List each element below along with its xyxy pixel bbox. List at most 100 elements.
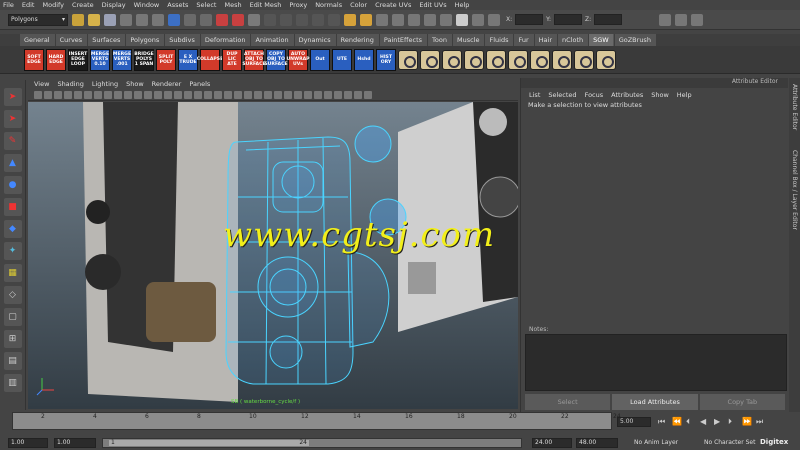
light-icon[interactable] (392, 13, 404, 26)
viewport-tool-icon[interactable] (74, 90, 82, 99)
viewport-tool-icon[interactable] (364, 90, 372, 99)
menu-create[interactable]: Create (72, 1, 94, 9)
shelf-button-9[interactable]: DUP LIC ATE (222, 48, 242, 71)
bolt-tool-icon[interactable] (552, 49, 572, 70)
viewport-tool-icon[interactable] (94, 90, 102, 99)
z-field[interactable] (594, 14, 623, 25)
scale-tool-icon[interactable]: ■ (3, 198, 22, 216)
select-component-icon[interactable] (152, 13, 164, 26)
viewport-menu-renderer[interactable]: Renderer (152, 80, 182, 88)
viewport-tool-icon[interactable] (314, 90, 322, 99)
shelf-button-10[interactable]: ATTACH OBJ TO SURFACE (242, 48, 266, 71)
viewport-tool-icon[interactable] (354, 90, 362, 99)
gear-tool-icon[interactable] (398, 49, 418, 70)
tab-ncloth[interactable]: nCloth (558, 34, 589, 46)
character-set-dropdown[interactable]: No Character Set (704, 439, 755, 446)
viewport-tool-icon[interactable] (324, 90, 332, 99)
tab-curves[interactable]: Curves (55, 34, 88, 46)
range-slider-thumb[interactable]: 1 24 (109, 439, 309, 446)
transform-icon[interactable] (296, 13, 308, 26)
attr-menu-attributes[interactable]: Attributes (611, 91, 643, 99)
range-slider-track[interactable]: 1 24 (102, 438, 522, 448)
tab-hair[interactable]: Hair (534, 34, 558, 46)
shelf-button-2[interactable]: INSERT EDGE LOOP (68, 48, 88, 71)
animation-start-field[interactable]: 1.00 (8, 438, 48, 448)
lifebuoy-tool-icon[interactable] (508, 49, 528, 70)
tab-channel-box[interactable]: Channel Box / Layer Editor (791, 150, 798, 230)
render-view-icon[interactable] (424, 13, 436, 26)
pipe-tool-icon[interactable] (574, 49, 594, 70)
tool-settings-toggle-icon[interactable] (675, 13, 688, 26)
soft-select-icon[interactable] (312, 13, 324, 26)
symmetry-icon[interactable] (328, 13, 340, 26)
four-pane-layout-icon[interactable]: ⊞ (3, 330, 22, 348)
last-tool-icon[interactable]: ◇ (3, 286, 22, 304)
attr-menu-show[interactable]: Show (651, 91, 669, 99)
menu-assets[interactable]: Assets (167, 1, 188, 9)
snap-curve-icon[interactable] (184, 13, 196, 26)
viewport-3d[interactable]: www.cgtsj.com SB ( waterborne_cycle/f ) (28, 102, 518, 409)
menu-window[interactable]: Window (134, 1, 160, 9)
shelf-button-0[interactable]: SOFT EDGE (24, 48, 44, 71)
menu-edit-mesh[interactable]: Edit Mesh (250, 1, 282, 9)
viewport-menu-panels[interactable]: Panels (189, 80, 210, 88)
input-line-icon[interactable] (280, 13, 292, 26)
step-forward-key-icon[interactable]: ⏵ (728, 417, 732, 427)
playback-start-field[interactable]: 1.00 (54, 438, 96, 448)
wheel-tool-icon[interactable] (420, 49, 440, 70)
viewport-tool-icon[interactable] (114, 90, 122, 99)
show-manip-icon[interactable]: ▦ (3, 264, 22, 282)
viewport-tool-icon[interactable] (274, 90, 282, 99)
go-to-start-icon[interactable]: ⏮ (658, 417, 665, 427)
viewport-tool-icon[interactable] (34, 90, 42, 99)
tab-surfaces[interactable]: Surfaces (88, 34, 126, 46)
tab-attribute-editor[interactable]: Attribute Editor (791, 84, 798, 130)
rotate-tool-icon[interactable]: ● (3, 176, 22, 194)
animation-end-field[interactable]: 48.00 (576, 438, 618, 448)
outliner-icon[interactable] (472, 13, 484, 26)
menu-help[interactable]: Help (455, 1, 470, 9)
open-scene-icon[interactable] (88, 13, 100, 26)
shelf-button-1[interactable]: HARD EDGE (46, 48, 66, 71)
tab-painteffects[interactable]: PaintEffects (379, 34, 428, 46)
select-button[interactable]: Select (525, 394, 611, 410)
time-slider-track[interactable]: 24681012141618202224 (12, 412, 621, 430)
viewport-tool-icon[interactable] (154, 90, 162, 99)
shelf-button-16[interactable]: HIST ORY (376, 48, 396, 71)
menu-set-dropdown[interactable]: Polygons ▾ (8, 13, 68, 26)
play-backward-icon[interactable]: ◀ (700, 417, 706, 426)
tab-sgw[interactable]: SGW (589, 34, 614, 46)
select-object-icon[interactable] (136, 13, 148, 26)
graph-editor-icon[interactable] (488, 13, 500, 26)
viewport-tool-icon[interactable] (254, 90, 262, 99)
chain-tool-icon[interactable] (530, 49, 550, 70)
shelf-button-13[interactable]: Out (310, 48, 330, 71)
viewport-tool-icon[interactable] (344, 90, 352, 99)
viewport-tool-icon[interactable] (104, 90, 112, 99)
tab-general[interactable]: General (20, 34, 55, 46)
ipr-render-icon[interactable] (232, 13, 244, 26)
single-pane-layout-icon[interactable]: ▢ (3, 308, 22, 326)
graph-layout-icon[interactable]: ▥ (3, 374, 22, 392)
viewport-menu-show[interactable]: Show (126, 80, 144, 88)
viewport-tool-icon[interactable] (284, 90, 292, 99)
construction-history-icon[interactable] (264, 13, 276, 26)
attr-menu-selected[interactable]: Selected (548, 91, 576, 99)
play-forward-icon[interactable]: ▶ (714, 417, 720, 426)
viewport-tool-icon[interactable] (124, 90, 132, 99)
viewport-tool-icon[interactable] (84, 90, 92, 99)
tab-muscle[interactable]: Muscle (452, 34, 485, 46)
new-scene-icon[interactable] (72, 13, 84, 26)
viewport-tool-icon[interactable] (334, 90, 342, 99)
paint-select-tool-icon[interactable]: ✎ (3, 132, 22, 150)
tab-rendering[interactable]: Rendering (336, 34, 379, 46)
save-scene-icon[interactable] (104, 13, 116, 26)
viewport-tool-icon[interactable] (174, 90, 182, 99)
viewport-tool-icon[interactable] (304, 90, 312, 99)
camera-icon[interactable] (376, 13, 388, 26)
load-attributes-button[interactable]: Load Attributes (612, 394, 698, 410)
shelf-button-8[interactable]: COLLAPSE (197, 48, 223, 71)
viewport-tool-icon[interactable] (234, 90, 242, 99)
tab-fluids[interactable]: Fluids (485, 34, 514, 46)
current-time-field[interactable]: 5.00 (617, 417, 651, 427)
